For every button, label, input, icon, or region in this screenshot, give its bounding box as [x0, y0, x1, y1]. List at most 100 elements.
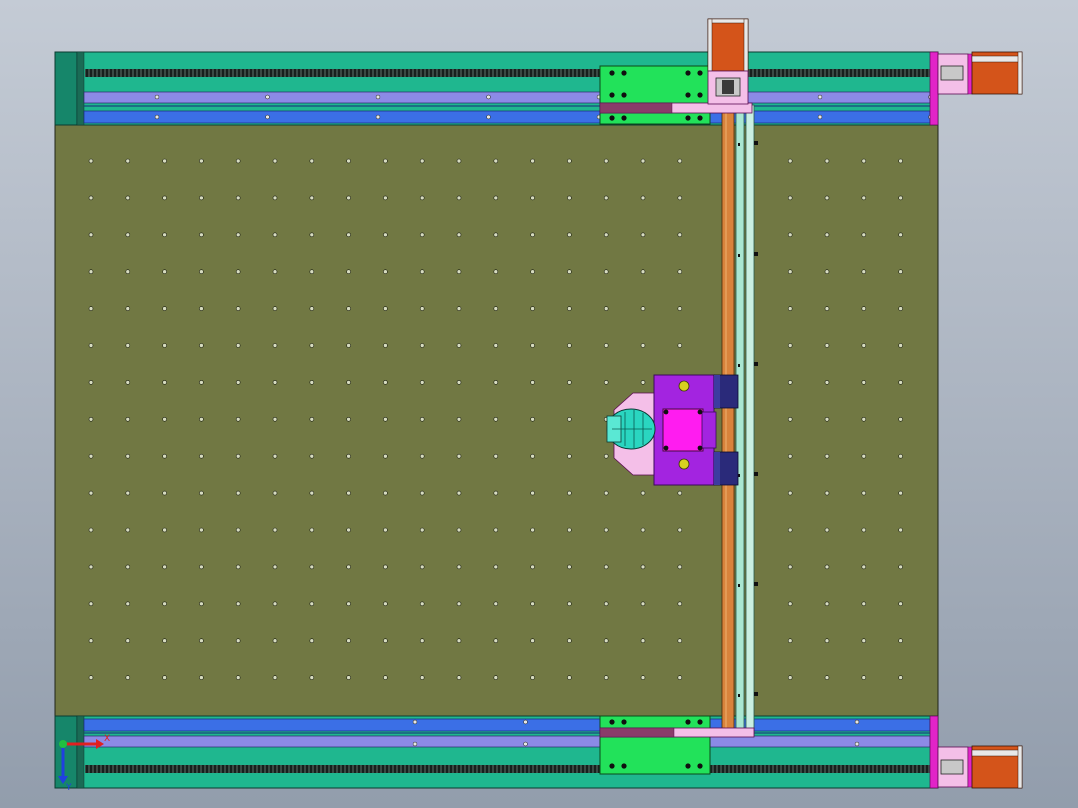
tapped-hole: [567, 343, 572, 348]
tapped-hole: [787, 306, 793, 311]
tapped-hole: [162, 601, 167, 607]
tapped-hole: [309, 675, 315, 680]
tapped-hole: [383, 343, 388, 348]
tapped-hole: [235, 195, 241, 201]
tapped-hole: [272, 195, 278, 201]
carriage-bolt: [685, 92, 691, 98]
tapped-hole: [493, 490, 499, 496]
tapped-hole: [603, 490, 609, 496]
tapped-hole: [677, 232, 683, 238]
tapped-hole: [419, 490, 425, 496]
tapped-hole: [787, 343, 793, 348]
carriage-bolt: [697, 70, 703, 76]
carriage-bolt: [609, 763, 615, 769]
tapped-hole: [88, 638, 94, 644]
cnc-router-top-view[interactable]: X Y: [0, 0, 1078, 808]
tapped-hole: [456, 638, 462, 644]
tapped-hole: [456, 490, 462, 496]
tapped-hole: [640, 158, 646, 164]
tapped-hole: [567, 527, 572, 533]
tapped-hole: [125, 232, 131, 238]
top-motor-back: [1017, 51, 1023, 95]
tapped-hole: [162, 564, 167, 570]
tapped-hole: [824, 269, 830, 275]
rail-bolt: [265, 114, 270, 120]
tapped-hole: [346, 195, 351, 201]
tapped-hole: [383, 527, 388, 533]
tapped-hole: [567, 306, 572, 311]
tapped-hole: [640, 380, 646, 385]
gantry-bolt: [754, 141, 758, 145]
tapped-hole: [235, 380, 241, 385]
tapped-hole: [530, 490, 535, 496]
tapped-hole: [530, 343, 535, 348]
tapped-hole: [125, 675, 131, 680]
top-carriage-plate-dark: [599, 102, 673, 114]
tapped-hole: [272, 232, 278, 238]
carriage-bolt: [685, 719, 691, 725]
tapped-hole: [861, 380, 867, 385]
tapped-hole: [199, 232, 204, 238]
tapped-hole: [861, 195, 867, 201]
y-axis-motor: [707, 18, 749, 105]
tapped-hole: [125, 453, 131, 459]
y-motor-coupler-core: [722, 80, 734, 94]
tapped-hole: [898, 675, 903, 680]
tapped-hole: [235, 675, 241, 680]
tapped-hole: [419, 527, 425, 533]
tapped-hole: [824, 490, 830, 496]
tapped-hole: [677, 158, 683, 164]
tapped-hole: [567, 601, 572, 607]
tapped-hole: [383, 416, 388, 422]
tapped-hole: [824, 306, 830, 311]
tapped-hole: [346, 158, 351, 164]
tapped-hole: [162, 269, 167, 275]
rail-bolt: [817, 94, 823, 100]
tapped-hole: [898, 453, 903, 459]
cad-viewport[interactable]: X Y: [0, 0, 1078, 808]
tapped-hole: [861, 269, 867, 275]
bottom-rail-lavender: [83, 735, 931, 748]
tapped-hole: [383, 232, 388, 238]
top-end-strip-left: [76, 51, 85, 126]
tapped-hole: [567, 416, 572, 422]
bottom-carriage-block: [599, 715, 711, 775]
tapped-hole: [456, 527, 462, 533]
tapped-hole: [824, 158, 830, 164]
carriage-bolt: [621, 115, 627, 121]
top-end-cap-left: [54, 51, 78, 126]
carriage-bolt: [697, 92, 703, 98]
tapped-hole: [88, 158, 94, 164]
gantry-bolt: [754, 692, 758, 696]
tapped-hole: [419, 269, 425, 275]
tapped-hole: [125, 638, 131, 644]
tapped-hole: [824, 453, 830, 459]
tapped-hole: [383, 675, 388, 680]
gantry-beam: [721, 104, 758, 736]
tapped-hole: [272, 380, 278, 385]
tapped-hole: [199, 453, 204, 459]
rail-bolt: [523, 741, 528, 747]
tapped-hole: [787, 269, 793, 275]
tapped-hole: [861, 675, 867, 680]
tapped-hole: [787, 453, 793, 459]
tapped-hole: [493, 675, 499, 680]
tapped-hole: [199, 343, 204, 348]
tapped-hole: [824, 638, 830, 644]
tapped-hole: [861, 158, 867, 164]
tapped-hole: [861, 343, 867, 348]
tapped-hole: [787, 195, 793, 201]
spindle: [606, 408, 656, 450]
tapped-hole: [162, 343, 167, 348]
tapped-hole: [346, 564, 351, 570]
top-drive-belt: [85, 69, 930, 77]
tapped-hole: [199, 306, 204, 311]
tapped-hole: [383, 158, 388, 164]
tapped-hole: [567, 158, 572, 164]
top-carriage-block: [599, 65, 711, 125]
tapped-hole: [640, 232, 646, 238]
tapped-hole: [567, 232, 572, 238]
tapped-hole: [603, 453, 609, 459]
tapped-hole: [419, 601, 425, 607]
tapped-hole: [125, 564, 131, 570]
